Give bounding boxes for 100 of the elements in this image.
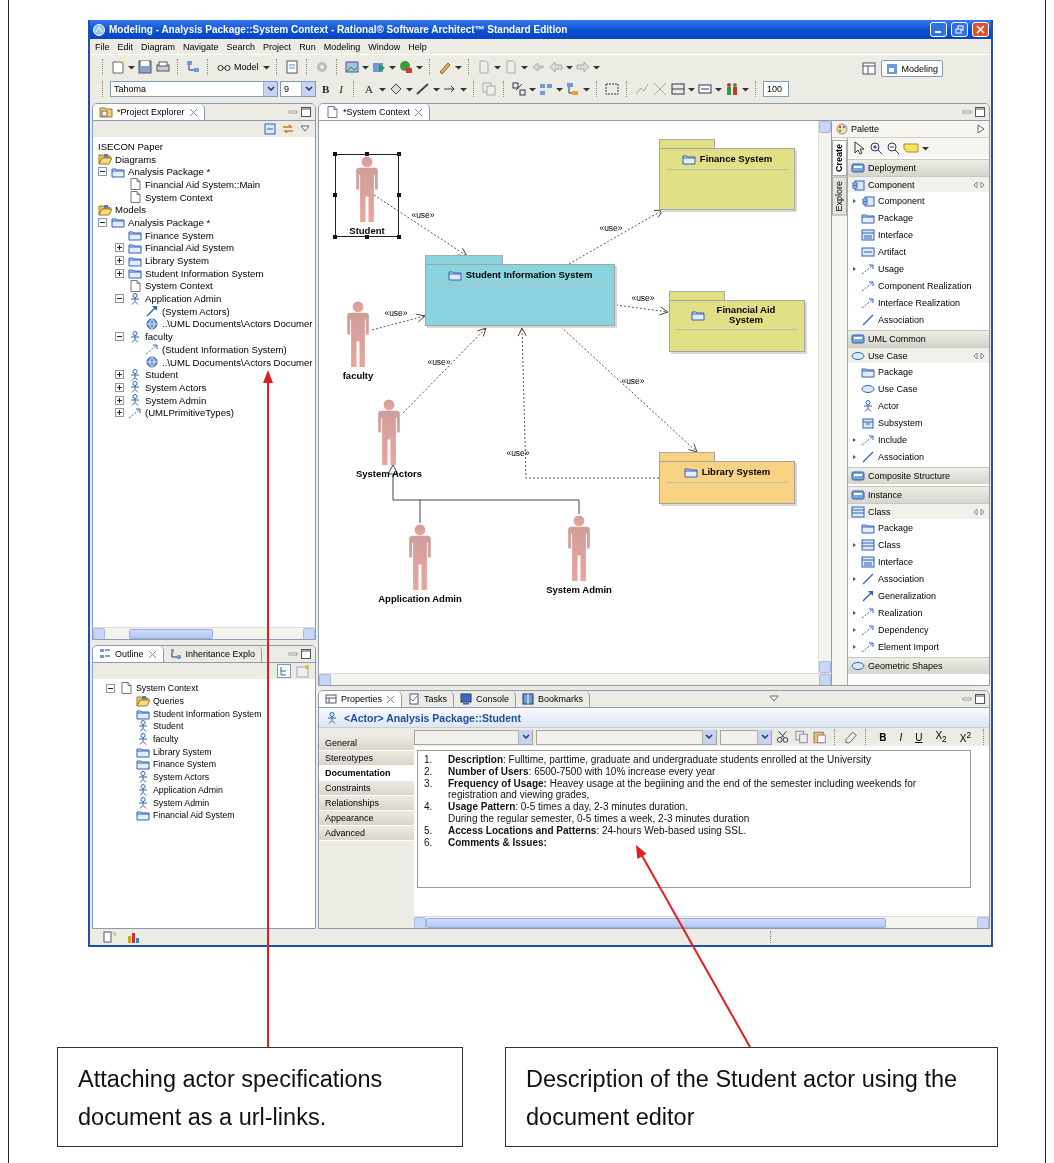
tree-item[interactable]: Application Admin	[153, 784, 223, 795]
tree-item[interactable]: faculty	[153, 734, 179, 745]
zoom-field[interactable]: 100	[762, 80, 789, 97]
line-style-icon[interactable]	[669, 80, 686, 97]
view-tab[interactable]: Bookmarks	[516, 691, 591, 707]
format-button[interactable]: U	[910, 729, 928, 745]
view-tab[interactable]: Outline	[93, 646, 164, 662]
pin-icon[interactable]	[973, 351, 985, 360]
maximize-icon[interactable]	[975, 107, 985, 117]
view-menu-icon[interactable]	[769, 695, 780, 703]
pin-icon[interactable]	[973, 180, 985, 189]
palette-item[interactable]: Artifact	[848, 243, 989, 260]
collapse-icon[interactable]	[115, 332, 124, 342]
tree-item[interactable]: System Context	[136, 683, 199, 694]
palette-item[interactable]: Element Import	[848, 638, 989, 655]
collapse-icon[interactable]	[106, 683, 115, 693]
menu-item[interactable]: Diagram	[138, 41, 181, 52]
tree-item[interactable]: Student	[145, 369, 179, 381]
submenu-triangle-icon[interactable]	[852, 609, 857, 616]
palette-item[interactable]: Package	[848, 363, 989, 380]
palette-item[interactable]: Package	[848, 209, 989, 226]
close-icon[interactable]	[147, 649, 157, 659]
menu-item[interactable]: Help	[405, 41, 432, 52]
submenu-triangle-icon[interactable]	[852, 265, 857, 272]
tree-item[interactable]: System Admin	[145, 394, 207, 406]
pointer-icon[interactable]	[852, 140, 866, 155]
model-button[interactable]: Model	[215, 57, 261, 76]
selection-box[interactable]: Student	[335, 154, 399, 237]
triangle-icon[interactable]	[977, 124, 985, 134]
menu-item[interactable]: Modeling	[320, 41, 366, 52]
expand-icon[interactable]	[115, 243, 124, 253]
tree-item[interactable]: System Actors	[145, 381, 207, 393]
palette-item[interactable]: Use Case	[848, 380, 989, 397]
view-menu-icon[interactable]	[300, 125, 310, 133]
tree-item[interactable]: Diagrams	[115, 153, 157, 165]
format-button[interactable]: I	[894, 729, 908, 745]
palette-drawer[interactable]: Instance	[848, 486, 989, 503]
format-button[interactable]: X$^{2}$	[954, 729, 977, 745]
palette-item[interactable]: Association	[848, 311, 989, 328]
submenu-triangle-icon[interactable]	[852, 541, 857, 548]
expand-icon[interactable]	[115, 370, 124, 380]
section-tab[interactable]: Constraints	[319, 781, 414, 796]
palette-item[interactable]: Interface	[848, 553, 989, 570]
tree-item[interactable]: ISECON Paper	[98, 140, 164, 152]
palette-item[interactable]: Realization	[848, 604, 989, 621]
bold-button[interactable]: B	[318, 79, 334, 98]
palette-item[interactable]: Dependency	[848, 621, 989, 638]
section-tab[interactable]: Appearance	[319, 811, 414, 826]
palette-item[interactable]: Component Realization	[848, 277, 989, 294]
tree-item[interactable]: Library System	[153, 746, 212, 757]
arrange-icon[interactable]	[510, 80, 527, 97]
print-icon[interactable]	[155, 58, 171, 75]
palette-tab[interactable]: Create	[832, 140, 847, 176]
palette-item[interactable]: Package	[848, 519, 989, 536]
font-color-button[interactable]: A	[361, 79, 377, 98]
scrollbar[interactable]	[93, 627, 315, 639]
menu-item[interactable]: Search	[223, 41, 261, 52]
palette-item[interactable]: Interface Realization	[848, 294, 989, 311]
palette-item[interactable]: Usage	[848, 260, 989, 277]
view-tab[interactable]: *Project Explorer	[93, 104, 205, 120]
size-dropdown[interactable]: 9	[280, 80, 316, 97]
tree-item[interactable]: (UMLPrimitiveTypes)	[145, 407, 235, 419]
tree-item[interactable]: ..\UML Documents\Actors Documer	[162, 356, 313, 368]
chart-icon[interactable]	[126, 930, 140, 944]
section-tab[interactable]: Documentation	[319, 766, 414, 781]
restore-button[interactable]	[951, 22, 968, 37]
view-tab[interactable]: Console	[454, 691, 517, 707]
view-tab[interactable]: Inheritance Explo	[163, 646, 263, 662]
save-icon[interactable]	[137, 58, 153, 75]
tree-item[interactable]: System Actors	[153, 772, 210, 783]
minimize-button[interactable]	[930, 22, 947, 37]
palette-drawer[interactable]: Composite Structure	[848, 467, 989, 484]
submenu-triangle-icon[interactable]	[852, 197, 857, 204]
view-tab[interactable]: Properties	[319, 691, 403, 707]
tree-item[interactable]: Financial Aid System::Main	[145, 178, 261, 190]
submenu-triangle-icon[interactable]	[852, 643, 857, 650]
palette-item[interactable]: Class	[848, 536, 989, 553]
expand-icon[interactable]	[115, 256, 124, 266]
tree-item[interactable]: Analysis Package *	[128, 216, 211, 228]
tree-item[interactable]: Queries	[153, 696, 184, 707]
pin-icon[interactable]	[973, 507, 985, 516]
expand-icon[interactable]	[115, 408, 124, 418]
tree-item[interactable]: Finance System	[153, 759, 217, 770]
tree-item[interactable]: System Admin	[153, 797, 210, 808]
image-icon[interactable]	[343, 58, 360, 75]
tree-view-icon[interactable]	[277, 664, 291, 678]
tree-item[interactable]: System Context	[145, 280, 213, 292]
tree-item[interactable]: (Student Information System)	[162, 343, 287, 355]
zoom-out-icon[interactable]	[886, 140, 900, 155]
palette-stack[interactable]: Class	[848, 503, 989, 519]
close-icon[interactable]	[188, 107, 198, 117]
restore-icon[interactable]	[955, 25, 964, 34]
collapse-all-icon[interactable]	[264, 123, 276, 135]
palette-item[interactable]: Association	[848, 448, 989, 465]
submenu-triangle-icon[interactable]	[852, 453, 857, 460]
submenu-triangle-icon[interactable]	[852, 436, 857, 443]
collapse-icon[interactable]	[115, 294, 124, 304]
editor-tab[interactable]: *System Context	[319, 104, 431, 120]
tree-item[interactable]: Models	[115, 204, 146, 216]
submenu-triangle-icon[interactable]	[852, 626, 857, 633]
